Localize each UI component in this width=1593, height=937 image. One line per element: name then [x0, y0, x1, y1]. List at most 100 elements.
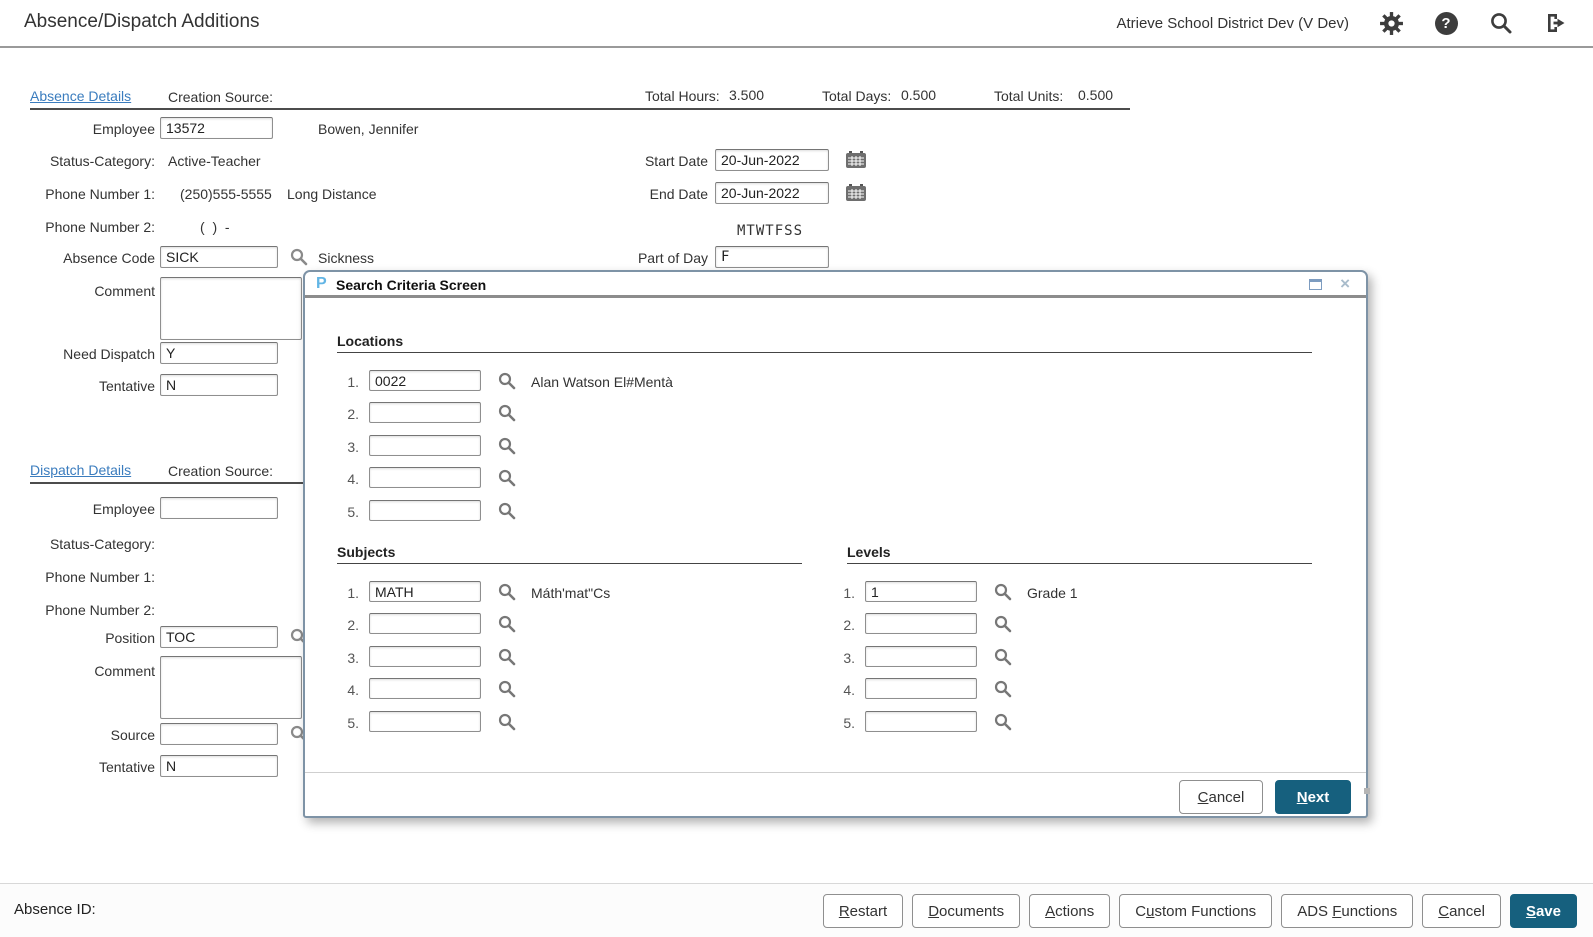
- end-date-input[interactable]: [715, 182, 829, 204]
- custom-functions-button[interactable]: Custom Functions: [1119, 894, 1272, 928]
- level-3-search-icon[interactable]: [994, 648, 1012, 666]
- level-2-search-icon[interactable]: [994, 615, 1012, 633]
- position-input[interactable]: [160, 626, 278, 648]
- absence-comment-textarea[interactable]: [160, 277, 302, 340]
- total-days-label: Total Days:: [822, 88, 891, 104]
- level-1-input[interactable]: [865, 581, 977, 602]
- subject-5-input[interactable]: [369, 711, 481, 732]
- close-icon[interactable]: ×: [1340, 274, 1350, 294]
- position-label: Position: [0, 630, 155, 646]
- absence-details-link[interactable]: Absence Details: [30, 88, 131, 104]
- restart-button[interactable]: Restart: [823, 894, 903, 928]
- modal-resize-handle[interactable]: [1364, 788, 1370, 794]
- subject-5-search-icon[interactable]: [498, 713, 516, 731]
- modal-titlebar[interactable]: P Search Criteria Screen ×: [305, 272, 1366, 298]
- level-1-search-icon[interactable]: [994, 583, 1012, 601]
- gear-icon[interactable]: [1378, 10, 1404, 36]
- phone1-note: Long Distance: [287, 186, 377, 202]
- level-4-search-icon[interactable]: [994, 680, 1012, 698]
- save-button[interactable]: Save: [1510, 894, 1577, 928]
- level-row-num: 5.: [829, 715, 855, 731]
- subject-row-num: 5.: [333, 715, 359, 731]
- search-icon[interactable]: [1488, 10, 1514, 36]
- location-row-num: 2.: [333, 406, 359, 422]
- locations-header: Locations: [337, 333, 403, 349]
- dispatch-creation-source-label: Creation Source:: [168, 463, 273, 479]
- subject-4-search-icon[interactable]: [498, 680, 516, 698]
- status-category-label: Status-Category:: [0, 153, 155, 169]
- modal-next-button[interactable]: Next: [1275, 780, 1351, 814]
- subject-1-search-icon[interactable]: [498, 583, 516, 601]
- location-2-search-icon[interactable]: [498, 404, 516, 422]
- total-hours-label: Total Hours:: [645, 88, 720, 104]
- subject-2-search-icon[interactable]: [498, 615, 516, 633]
- locations-divider: [337, 352, 1312, 353]
- location-4-input[interactable]: [369, 467, 481, 488]
- dispatch-comment-textarea[interactable]: [160, 656, 302, 719]
- dispatch-tentative-input[interactable]: [160, 755, 278, 777]
- app-window: Absence/Dispatch Additions Atrieve Schoo…: [0, 0, 1593, 937]
- location-3-input[interactable]: [369, 435, 481, 456]
- absence-comment-label: Comment: [0, 283, 155, 299]
- levels-header: Levels: [847, 544, 891, 560]
- level-5-input[interactable]: [865, 711, 977, 732]
- phone2-label: Phone Number 2:: [0, 219, 155, 235]
- location-row-num: 5.: [333, 504, 359, 520]
- help-icon[interactable]: ?: [1433, 10, 1459, 36]
- subject-2-input[interactable]: [369, 613, 481, 634]
- subjects-divider: [337, 563, 802, 564]
- modal-footer-divider: [305, 772, 1366, 773]
- level-row-num: 1.: [829, 585, 855, 601]
- level-1-desc: Grade 1: [1027, 585, 1078, 601]
- subject-4-input[interactable]: [369, 678, 481, 699]
- start-date-calendar-icon[interactable]: [846, 151, 866, 169]
- dispatch-details-link[interactable]: Dispatch Details: [30, 462, 131, 478]
- section-divider: [30, 108, 1130, 110]
- level-row-num: 4.: [829, 682, 855, 698]
- phone2-value: ( ) -: [200, 219, 230, 235]
- end-date-calendar-icon[interactable]: [846, 184, 866, 202]
- level-4-input[interactable]: [865, 678, 977, 699]
- level-5-search-icon[interactable]: [994, 713, 1012, 731]
- part-of-day-input[interactable]: [715, 246, 829, 268]
- level-3-input[interactable]: [865, 646, 977, 667]
- dispatch-status-label: Status-Category:: [0, 536, 155, 552]
- actions-button[interactable]: Actions: [1029, 894, 1110, 928]
- location-row-num: 1.: [333, 374, 359, 390]
- employee-input[interactable]: [160, 117, 273, 139]
- location-1-desc: Alan Watson El#Mentà: [531, 374, 673, 390]
- dispatch-phone1-label: Phone Number 1:: [0, 569, 155, 585]
- location-2-input[interactable]: [369, 402, 481, 423]
- subject-3-input[interactable]: [369, 646, 481, 667]
- modal-cancel-button[interactable]: Cancel: [1179, 780, 1263, 814]
- signout-icon[interactable]: [1543, 10, 1569, 36]
- absence-tentative-label: Tentative: [0, 378, 155, 394]
- absence-tentative-input[interactable]: [160, 374, 278, 396]
- absence-code-search-icon[interactable]: [290, 248, 308, 266]
- footer-buttons: Restart Documents Actions Custom Functio…: [823, 894, 1577, 928]
- cancel-button[interactable]: Cancel: [1422, 894, 1501, 928]
- documents-button[interactable]: Documents: [912, 894, 1020, 928]
- environment-name: Atrieve School District Dev (V Dev): [1116, 15, 1349, 32]
- location-5-input[interactable]: [369, 500, 481, 521]
- absence-code-input[interactable]: [160, 246, 278, 268]
- location-1-input[interactable]: [369, 370, 481, 391]
- source-input[interactable]: [160, 723, 278, 745]
- status-category-value: Active-Teacher: [168, 153, 261, 169]
- start-date-input[interactable]: [715, 149, 829, 171]
- level-2-input[interactable]: [865, 613, 977, 634]
- location-1-search-icon[interactable]: [498, 372, 516, 390]
- maximize-icon[interactable]: [1309, 279, 1322, 290]
- need-dispatch-input[interactable]: [160, 342, 278, 364]
- location-5-search-icon[interactable]: [498, 502, 516, 520]
- location-3-search-icon[interactable]: [498, 437, 516, 455]
- dispatch-employee-input[interactable]: [160, 497, 278, 519]
- need-dispatch-label: Need Dispatch: [0, 346, 155, 362]
- total-days-value: 0.500: [901, 87, 936, 103]
- ads-functions-button[interactable]: ADS Functions: [1281, 894, 1413, 928]
- location-row-num: 3.: [333, 439, 359, 455]
- subject-3-search-icon[interactable]: [498, 648, 516, 666]
- subject-1-input[interactable]: [369, 581, 481, 602]
- dispatch-employee-label: Employee: [0, 501, 155, 517]
- location-4-search-icon[interactable]: [498, 469, 516, 487]
